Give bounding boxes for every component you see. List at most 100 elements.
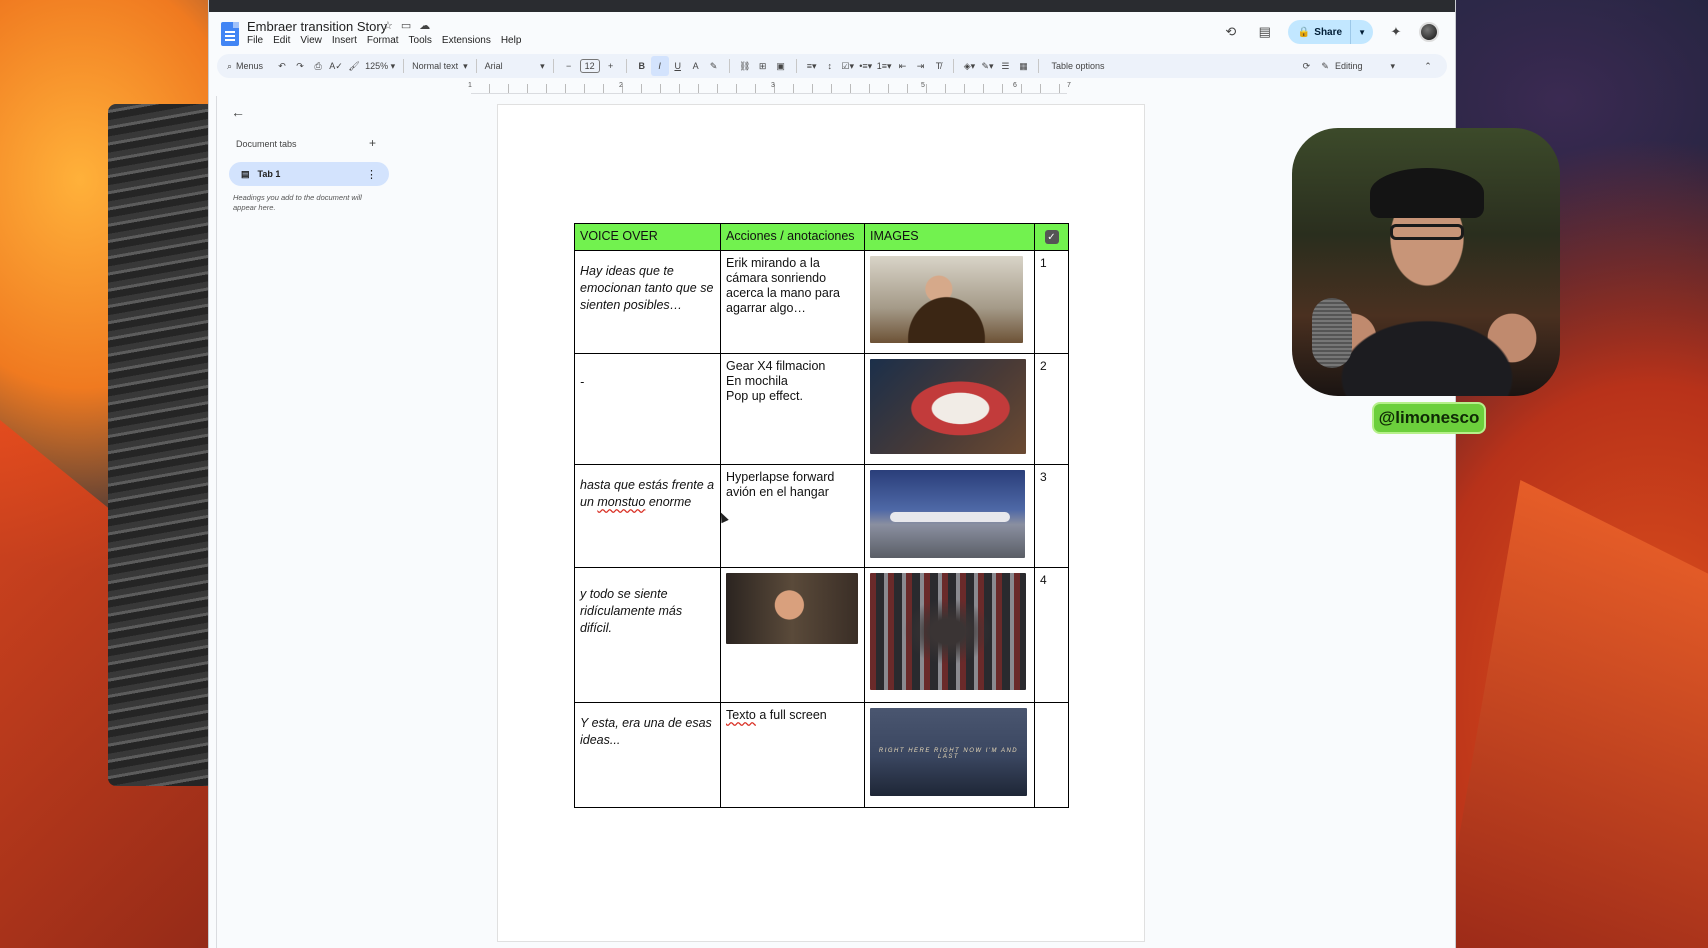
hide-menus-chevron-up-icon[interactable]: ⌃	[1419, 56, 1437, 76]
gemini-sparkle-icon[interactable]: ✦	[1385, 21, 1407, 43]
image-cell[interactable]	[864, 567, 1035, 703]
image-cell[interactable]: RIGHT HERE RIGHT NOW I'M AND LAST	[864, 702, 1035, 808]
editing-mode-select[interactable]: ✎ Editing ▾	[1319, 56, 1397, 76]
voice-over-cell[interactable]: -	[574, 353, 721, 465]
document-title[interactable]: Embraer transition Story	[247, 19, 387, 34]
voice-over-cell[interactable]: y todo se siente ridículamente más difíc…	[574, 567, 721, 703]
cell-fill-color-icon[interactable]: ◈▾	[960, 56, 978, 76]
border-width-icon[interactable]: ☰	[996, 56, 1014, 76]
storyboard-image[interactable]	[870, 359, 1026, 454]
shot-number-cell[interactable]	[1034, 702, 1069, 808]
table-options-button[interactable]: Table options	[1045, 56, 1110, 76]
border-color-icon[interactable]: ✎▾	[978, 56, 996, 76]
print-icon[interactable]: ⎙	[309, 56, 327, 76]
increase-indent-icon[interactable]: ⇥	[911, 56, 929, 76]
menus-search[interactable]: ⌕ Menus	[217, 61, 273, 72]
header-voice-over[interactable]: VOICE OVER	[574, 223, 721, 251]
checkbox-icon[interactable]: ✓	[1044, 230, 1059, 244]
action-cell[interactable]	[720, 567, 865, 703]
shot-number-cell[interactable]: 1	[1034, 250, 1069, 354]
voice-over-cell[interactable]: Y esta, era una de esas ideas...	[574, 702, 721, 808]
header-checkbox-cell[interactable]: ✓	[1034, 223, 1069, 251]
ruler-number: 6	[1013, 82, 1017, 89]
border-dash-icon[interactable]: ▦	[1014, 56, 1032, 76]
storyboard-table[interactable]: VOICE OVER Acciones / anotaciones IMAGES…	[574, 223, 1069, 808]
star-icon[interactable]: ☆	[383, 19, 393, 32]
spelling-error-word[interactable]: Texto	[726, 708, 756, 722]
voice-over-cell[interactable]: Hay ideas que te emocionan tanto que se …	[574, 250, 721, 354]
back-arrow-icon[interactable]: ←	[231, 104, 245, 120]
paint-format-icon[interactable]: 🖌	[345, 56, 363, 76]
menu-insert[interactable]: Insert	[332, 35, 357, 46]
zoom-select[interactable]: 125% ▾	[363, 56, 397, 76]
align-icon[interactable]: ≡▾	[803, 56, 821, 76]
tab-label: Tab 1	[257, 169, 281, 179]
header-images[interactable]: IMAGES	[864, 223, 1035, 251]
vertical-ruler[interactable]	[209, 96, 217, 948]
action-cell[interactable]: Hyperlapse forward avión en el hangar	[720, 464, 865, 568]
image-cell[interactable]	[864, 353, 1035, 465]
increase-font-size-icon[interactable]: +	[602, 56, 620, 76]
menu-help[interactable]: Help	[501, 35, 522, 46]
version-history-icon[interactable]: ⟲	[1220, 21, 1242, 43]
menu-edit[interactable]: Edit	[273, 35, 290, 46]
redo-icon[interactable]: ↷	[291, 56, 309, 76]
zoom-value: 125%	[365, 61, 389, 71]
numbered-list-icon[interactable]: 1≡▾	[875, 56, 894, 76]
action-cell[interactable]: Erik mirando a la cámara sonriendo acerc…	[720, 250, 865, 354]
spellcheck-icon[interactable]: A✓	[327, 56, 345, 76]
comments-icon[interactable]: ▤	[1254, 21, 1276, 43]
voice-over-cell[interactable]: hasta que estás frente a un monstuo enor…	[574, 464, 721, 568]
shot-number-cell[interactable]: 4	[1034, 567, 1069, 703]
undo-icon[interactable]: ↶	[273, 56, 291, 76]
shot-number-cell[interactable]: 3	[1034, 464, 1069, 568]
decrease-font-size-icon[interactable]: −	[560, 56, 578, 76]
document-page[interactable]: VOICE OVER Acciones / anotaciones IMAGES…	[497, 104, 1145, 942]
account-avatar[interactable]	[1419, 22, 1439, 42]
header-actions[interactable]: Acciones / anotaciones	[720, 223, 865, 251]
cloud-saved-icon[interactable]: ☁	[419, 19, 430, 32]
decrease-indent-icon[interactable]: ⇤	[893, 56, 911, 76]
storyboard-image[interactable]	[870, 573, 1026, 690]
ai-assist-icon[interactable]: ⟳	[1297, 56, 1315, 76]
share-dropdown-chevron-icon[interactable]: ▼	[1350, 20, 1373, 44]
storyboard-image[interactable]	[870, 470, 1025, 558]
menu-file[interactable]: File	[247, 35, 263, 46]
action-cell[interactable]: Texto a full screen	[720, 702, 865, 808]
action-cell[interactable]: Gear X4 filmacion En mochila Pop up effe…	[720, 353, 865, 465]
image-cell[interactable]	[864, 250, 1035, 354]
storyboard-image[interactable]	[726, 573, 858, 644]
line-spacing-icon[interactable]: ↕	[821, 56, 839, 76]
underline-icon[interactable]: U	[669, 56, 687, 76]
add-tab-icon[interactable]: +	[369, 136, 376, 150]
menu-tools[interactable]: Tools	[409, 35, 432, 46]
text-color-icon[interactable]: A	[687, 56, 705, 76]
bold-icon[interactable]: B	[633, 56, 651, 76]
storyboard-image[interactable]: RIGHT HERE RIGHT NOW I'M AND LAST	[870, 708, 1027, 796]
google-docs-logo-icon[interactable]	[221, 22, 239, 46]
font-size-input[interactable]: 12	[578, 56, 602, 76]
move-folder-icon[interactable]: ▭	[401, 19, 411, 32]
spelling-error-word[interactable]: monstuo	[597, 495, 645, 509]
menu-extensions[interactable]: Extensions	[442, 35, 491, 46]
checklist-icon[interactable]: ☑▾	[839, 56, 857, 76]
bulleted-list-icon[interactable]: •≡▾	[857, 56, 875, 76]
menu-format[interactable]: Format	[367, 35, 399, 46]
style-select[interactable]: Normal text ▾	[410, 56, 470, 76]
menu-view[interactable]: View	[300, 35, 322, 46]
insert-image-icon[interactable]: ▣	[772, 56, 790, 76]
storyboard-image[interactable]	[870, 256, 1023, 343]
share-button[interactable]: 🔒 Share ▼	[1287, 20, 1373, 44]
clear-formatting-icon[interactable]: T̸	[929, 56, 947, 76]
chevron-down-icon: ▾	[1390, 60, 1395, 71]
sidebar-tab-1[interactable]: ▤ Tab 1 ⋮	[229, 162, 389, 186]
tab-more-options-icon[interactable]: ⋮	[366, 168, 377, 181]
shot-number-cell[interactable]: 2	[1034, 353, 1069, 465]
font-select[interactable]: Arial ▾	[483, 56, 547, 76]
add-comment-icon[interactable]: ⊞	[754, 56, 772, 76]
formatting-toolbar: ⌕ Menus ↶ ↷ ⎙ A✓ 🖌 125% ▾ Normal text ▾ …	[217, 54, 1447, 78]
link-icon[interactable]: ⛓	[736, 56, 754, 76]
image-cell[interactable]	[864, 464, 1035, 568]
italic-icon[interactable]: I	[650, 56, 669, 76]
highlight-icon[interactable]: ✎	[705, 56, 723, 76]
